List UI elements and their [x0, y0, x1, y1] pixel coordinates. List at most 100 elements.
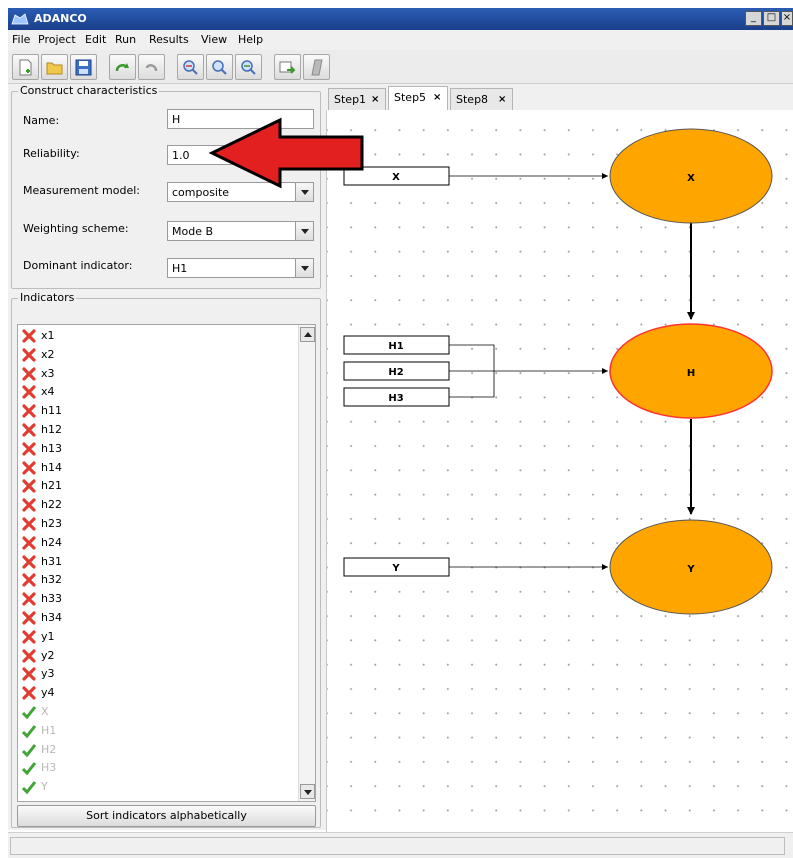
- new-project-button[interactable]: [12, 54, 39, 80]
- indicator-list-item[interactable]: y1: [22, 628, 292, 646]
- construct-y[interactable]: Y: [609, 519, 773, 615]
- construct-h[interactable]: H: [609, 323, 773, 419]
- dominant-indicator-select[interactable]: H1: [167, 258, 314, 278]
- cross-icon: [22, 536, 36, 550]
- indicator-list-item[interactable]: h34: [22, 609, 292, 627]
- indicator-list-item[interactable]: h14: [22, 459, 292, 477]
- menu-help[interactable]: Help: [238, 33, 263, 46]
- indicator-list-item[interactable]: h23: [22, 515, 292, 533]
- menu-edit[interactable]: Edit: [85, 33, 106, 46]
- indicator-label: X: [41, 705, 49, 718]
- model-diagram: X H1 H2 H3 Y X H Y: [343, 128, 773, 615]
- scroll-up-button[interactable]: [300, 327, 315, 342]
- indicator-list-item[interactable]: H1: [22, 722, 292, 740]
- indicator-label: h32: [41, 573, 62, 587]
- open-folder-icon: [46, 62, 63, 75]
- close-window-button[interactable]: ×: [781, 11, 793, 26]
- annotation-arrow-icon: [208, 117, 364, 189]
- tab-step5[interactable]: Step5 ×: [388, 86, 448, 110]
- minimize-button[interactable]: _: [745, 11, 762, 26]
- cross-icon: [22, 667, 36, 681]
- window-title: ADANCO: [34, 12, 87, 25]
- indicator-list-item[interactable]: h11: [22, 402, 292, 420]
- indicator-list-item[interactable]: H3: [22, 759, 292, 777]
- menu-bar: File Project Edit Run Results View Help: [8, 30, 793, 50]
- menu-view[interactable]: View: [201, 33, 227, 46]
- indicator-list-item[interactable]: y3: [22, 665, 292, 683]
- indicator-label: H3: [41, 761, 57, 775]
- indicator-list-item[interactable]: x4: [22, 383, 292, 401]
- cross-icon: [22, 442, 36, 456]
- indicator-label: x4: [41, 385, 55, 399]
- check-icon: [22, 706, 36, 719]
- check-icon: [22, 762, 36, 776]
- zoom-out-button[interactable]: [235, 54, 262, 80]
- indicator-list-item[interactable]: h32: [22, 571, 292, 589]
- tab-bar: Step1 × Step5 × Step8 ×: [326, 84, 793, 110]
- properties-button[interactable]: [303, 54, 330, 80]
- indicator-list-item[interactable]: h12: [22, 421, 292, 439]
- indicator-box-h1[interactable]: H1: [343, 335, 450, 355]
- tab-step1[interactable]: Step1 ×: [328, 88, 386, 110]
- indicator-list-item[interactable]: x2: [22, 346, 292, 364]
- indicator-list-item[interactable]: h22: [22, 496, 292, 514]
- cross-icon: [22, 348, 36, 362]
- maximize-button[interactable]: □: [763, 11, 780, 26]
- tab-label: Step1: [334, 93, 367, 106]
- indicator-label: x1: [41, 329, 55, 342]
- close-tab-icon[interactable]: ×: [371, 94, 379, 105]
- scrollbar[interactable]: [298, 325, 315, 801]
- cross-icon: [22, 460, 36, 475]
- export-button[interactable]: [274, 54, 301, 80]
- indicator-box-h2[interactable]: H2: [343, 361, 450, 381]
- cross-icon: [22, 611, 36, 625]
- tab-step8[interactable]: Step8 ×: [450, 88, 513, 110]
- indicator-list-item[interactable]: h24: [22, 534, 292, 552]
- indicator-label: H2: [41, 742, 57, 756]
- indicator-list-item[interactable]: x1: [22, 327, 292, 345]
- indicator-label: y3: [41, 667, 55, 681]
- zoom-in-button[interactable]: [206, 54, 233, 80]
- chevron-down-icon[interactable]: [295, 222, 313, 240]
- menu-file[interactable]: File: [12, 33, 30, 46]
- indicator-list-item[interactable]: H2: [22, 741, 292, 759]
- redo-button[interactable]: [109, 54, 136, 80]
- save-button[interactable]: [70, 54, 97, 80]
- chevron-down-icon[interactable]: [295, 259, 313, 277]
- indicator-box-h3[interactable]: H3: [343, 387, 450, 407]
- indicator-list-item[interactable]: X: [22, 703, 292, 721]
- zoom-fit-button[interactable]: [177, 54, 204, 80]
- indicator-list-item[interactable]: y2: [22, 647, 292, 665]
- undo-button[interactable]: [138, 54, 165, 80]
- indicator-list-item[interactable]: h31: [22, 553, 292, 571]
- sort-indicators-button[interactable]: Sort indicators alphabetically: [17, 805, 316, 827]
- menu-results[interactable]: Results: [149, 33, 189, 46]
- indicator-list-item[interactable]: h13: [22, 440, 292, 458]
- construct-x[interactable]: X: [609, 128, 773, 224]
- cross-icon: [22, 648, 36, 663]
- menu-project[interactable]: Project: [38, 33, 76, 46]
- indicator-label: H1: [41, 723, 57, 737]
- menu-run[interactable]: Run: [115, 33, 136, 46]
- indicator-box-y[interactable]: Y: [343, 557, 450, 577]
- weighting-scheme-select[interactable]: Mode B: [167, 221, 314, 241]
- indicator-list-item[interactable]: x3: [22, 365, 292, 383]
- cross-icon: [22, 479, 36, 493]
- zoom-fit-icon: [183, 60, 198, 75]
- close-tab-icon[interactable]: ×: [498, 94, 506, 105]
- dominant-indicator-value: H1: [172, 262, 188, 275]
- indicator-list-item[interactable]: h33: [22, 590, 292, 608]
- status-field: [10, 837, 785, 855]
- svg-text:H3: H3: [388, 393, 403, 404]
- indicator-list-item[interactable]: Y: [22, 778, 292, 796]
- scroll-down-button[interactable]: [300, 784, 315, 799]
- indicator-list-item[interactable]: y4: [22, 684, 292, 702]
- indicator-list-item[interactable]: h21: [22, 477, 292, 495]
- open-project-button[interactable]: [41, 54, 68, 80]
- close-tab-icon[interactable]: ×: [433, 92, 441, 103]
- indicator-label: y4: [41, 686, 55, 700]
- indicator-label: y1: [41, 629, 55, 643]
- indicator-label: x3: [41, 366, 55, 380]
- indicator-list[interactable]: x1 x2 x3 x4 h11 h12 h13 h14 h21 h22 h23 h24 h31 h32 h3…: [17, 324, 316, 802]
- indicator-label: x2: [41, 347, 55, 361]
